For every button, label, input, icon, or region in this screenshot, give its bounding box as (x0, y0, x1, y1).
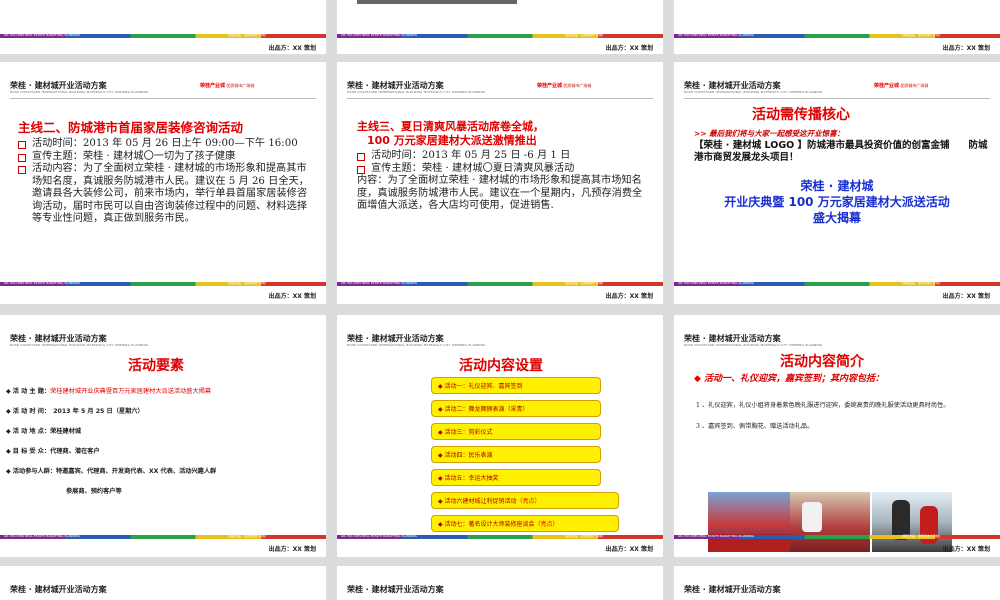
activity-item[interactable]: ◆ 活动七：著名设计大师装修座谈会（亮点） (431, 515, 619, 532)
slide-4[interactable]: 荣桂 · 建材城开业活动方案 ROSE COURTYARD INTERNATIO… (0, 62, 326, 304)
slide-heading: 活动内容设置 (459, 358, 543, 374)
slide-6[interactable]: 荣桂 · 建材城开业活动方案 ROSE COURTYARD INTERNATIO… (674, 62, 1000, 304)
slide-footer: GR. POU RMS REAL ESTATE MARKETING PLANNI… (337, 534, 663, 557)
blue-headline: 荣桂 · 建材城 开业庆典暨 100 万元家居建材大派送活动 盛大揭幕 (724, 179, 950, 225)
slide-heading: 活动要素 (128, 358, 184, 374)
slide-2: GR. POU RMS REAL ESTATE MARKETING PLANNI… (337, 0, 663, 54)
activity-item[interactable]: ◆ 活动五：幸运大抽奖 (431, 469, 601, 486)
slide-heading: 活动需传播核心 (752, 107, 850, 123)
slide-10: 荣桂 · 建材城开业活动方案 (0, 566, 326, 600)
activity-item[interactable]: ◆ 活动一：礼仪迎宾、嘉宾签到 (431, 377, 601, 394)
slide-3: GR. POU RMS REAL ESTATE MARKETING PLANNI… (674, 0, 1000, 54)
elements-list: ◆ 活 动 主 题：荣桂建材城开业庆典暨百万元家居建材大派送活动盛大揭幕 ◆ 活… (6, 388, 217, 495)
slide-1: GR. POU RMS REAL ESTATE MARKETING PLANNI… (0, 0, 326, 54)
activity-item[interactable]: ◆ 活动二：舞龙舞狮表演（采青） (431, 400, 601, 417)
slide-heading: 活动内容简介 (780, 354, 864, 370)
activity-item[interactable]: ◆ 活动四：民乐表演 (431, 446, 601, 463)
slide-9[interactable]: 荣桂 · 建材城开业活动方案 ROSE COURTYARD INTERNATIO… (674, 315, 1000, 557)
slide-header: 荣桂 · 建材城开业活动方案 ROSE COURTYARD INTERNATIO… (674, 62, 1000, 102)
slide-footer: GR. POU RMS REAL ESTATE MARKETING PLANNI… (337, 33, 663, 54)
activity-item[interactable]: ◆ 活动三：剪彩仪式 (431, 423, 601, 440)
slide-header: 荣桂 · 建材城开业活动方案 ROSE COURTYARD INTERNATIO… (347, 334, 486, 347)
slide-footer: GR. POU RMS REAL ESTATE MARKETING PLANNI… (674, 33, 1000, 54)
slide-footer: GR. POU RMS REAL ESTATE MARKETING PLANNI… (0, 281, 326, 304)
activity-item[interactable]: ◆ 活动六建材城让利促销活动（亮点） (431, 492, 619, 509)
slide-12: 荣桂 · 建材城开业活动方案 (674, 566, 1000, 600)
text-fragment (357, 0, 517, 4)
slide-7[interactable]: 荣桂 · 建材城开业活动方案 ROSE COURTYARD INTERNATIO… (0, 315, 326, 557)
slide-footer: GR. POU RMS REAL ESTATE MARKETING PLANNI… (674, 534, 1000, 557)
slide-header: 荣桂 · 建材城开业活动方案 ROSE COURTYARD INTERNATIO… (0, 62, 326, 102)
slide-heading: 主线二、防城港市首届家居装修咨询活动 (18, 120, 244, 135)
slide-footer: GR. POU RMS REAL ESTATE MARKETING PLANNI… (0, 33, 326, 54)
slide-8[interactable]: 荣桂 · 建材城开业活动方案 ROSE COURTYARD INTERNATIO… (337, 315, 663, 557)
slide-header: 荣桂 · 建材城开业活动方案 ROSE COURTYARD INTERNATIO… (684, 334, 823, 347)
slide-header: 荣桂 · 建材城开业活动方案 ROSE COURTYARD INTERNATIO… (10, 334, 149, 347)
slide-footer: GR. POU RMS REAL ESTATE MARKETING PLANNI… (0, 534, 326, 557)
slide-heading: 主线三、夏日清爽风暴活动席卷全城， (357, 120, 544, 133)
slide-footer: GR. POU RMS REAL ESTATE MARKETING PLANNI… (674, 281, 1000, 304)
slide-5[interactable]: 荣桂 · 建材城开业活动方案 ROSE COURTYARD INTERNATIO… (337, 62, 663, 304)
slide-footer: GR. POU RMS REAL ESTATE MARKETING PLANNI… (337, 281, 663, 304)
slide-header: 荣桂 · 建材城开业活动方案 ROSE COURTYARD INTERNATIO… (337, 62, 663, 102)
slide-11: 荣桂 · 建材城开业活动方案 (337, 566, 663, 600)
